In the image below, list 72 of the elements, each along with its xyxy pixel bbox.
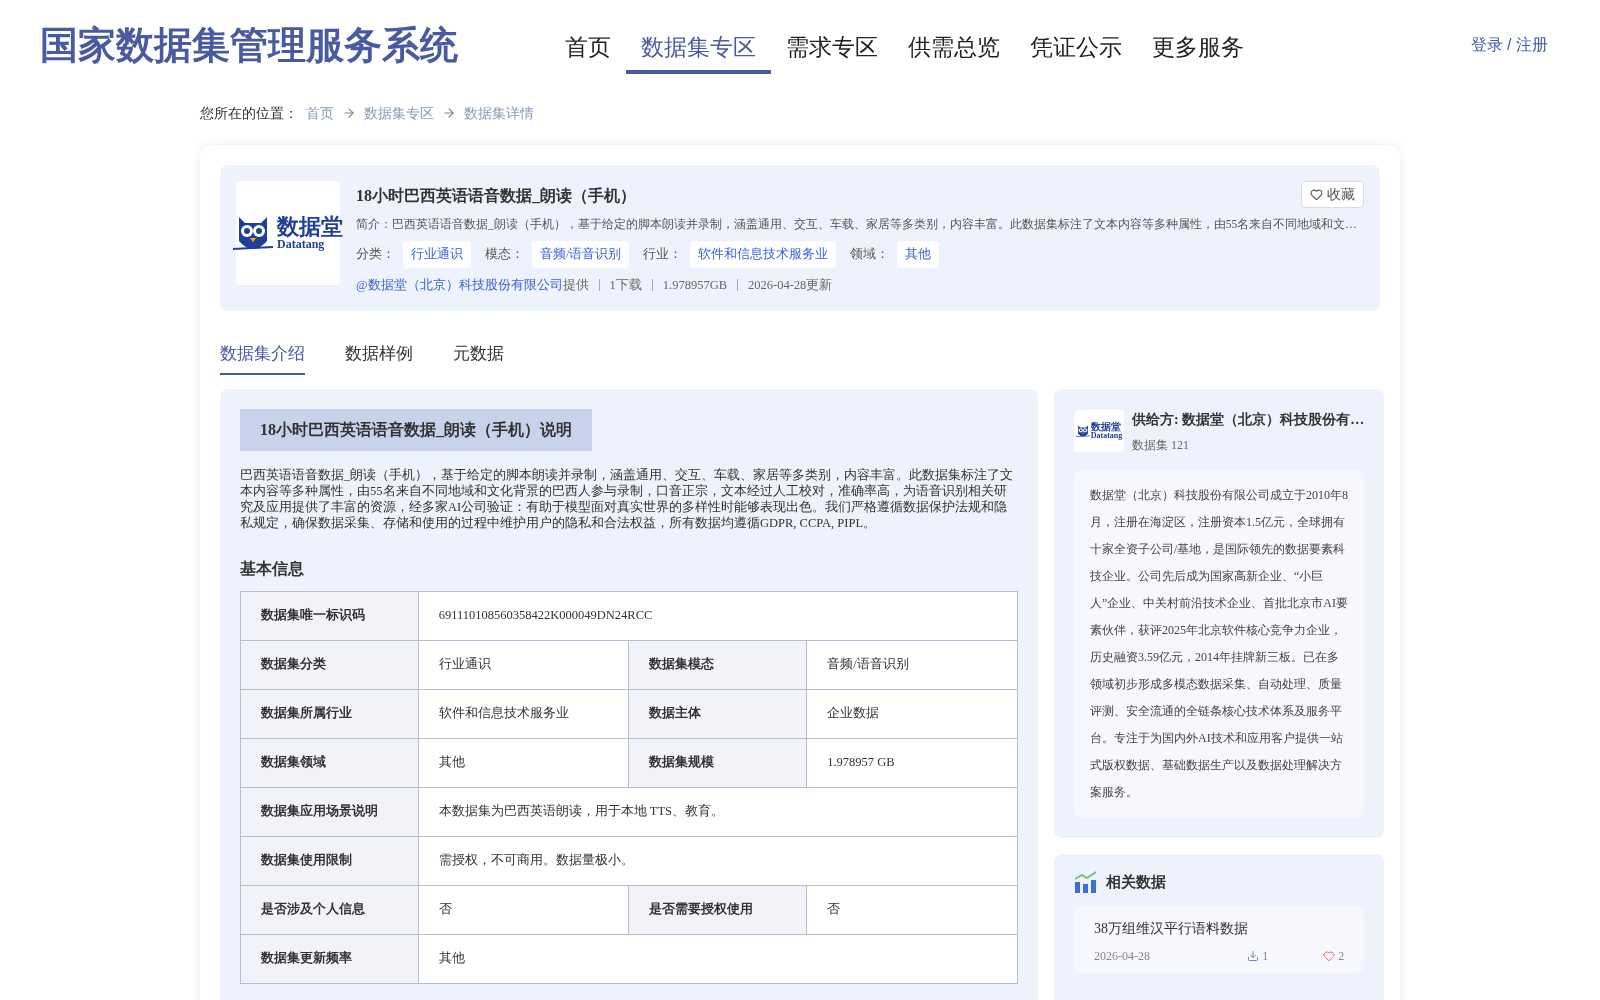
tag: 行业通识	[403, 241, 471, 268]
label-cell: 数据主体	[628, 689, 807, 739]
value-cell: 1.978957 GB	[806, 738, 1018, 788]
supplier-count: 数据集 121	[1132, 436, 1190, 454]
provider-link[interactable]: @数据堂（北京）科技股份有限公司	[356, 276, 563, 295]
value-cell: 音频/语音识别	[806, 640, 1018, 690]
value-cell: 行业通识	[418, 640, 629, 690]
heart-icon	[1310, 188, 1323, 201]
label-cell: 数据集模态	[628, 640, 807, 690]
label-cell: 数据集规模	[628, 738, 807, 788]
label-cell: 数据集应用场景说明	[240, 787, 419, 837]
related-item[interactable]: 38万组维汉平行语料数据 2026-04-28 1 2	[1074, 905, 1365, 973]
logo-text: 数据堂	[1090, 422, 1121, 433]
intro-heading: 18小时巴西英语语音数据_朗读（手机）说明	[240, 408, 592, 451]
download-icon	[1247, 949, 1260, 962]
label-cell: 是否需要授权使用	[628, 885, 807, 935]
value-cell: 需授权，不可商用。数据量极小。	[418, 836, 1018, 886]
value-cell: 其他	[418, 934, 1018, 984]
tag: 软件和信息技术服务业	[690, 241, 837, 268]
related-heading: 相关数据	[1106, 872, 1166, 892]
content-tab[interactable]: 元数据	[453, 341, 504, 375]
value-cell: 软件和信息技术服务业	[418, 689, 629, 739]
tag-label: 分类：	[356, 246, 395, 264]
logo-text: 数据堂	[277, 216, 343, 238]
tag-label: 行业：	[643, 246, 683, 264]
label-cell: 数据集领域	[240, 738, 419, 788]
tag-label: 领域：	[850, 246, 890, 264]
download-count: 1	[1262, 947, 1269, 965]
nav-tab[interactable]: 供需总览	[893, 15, 1015, 75]
meta-text: 1.978957GB	[662, 277, 727, 294]
nav-tab[interactable]: 凭证公示	[1015, 15, 1137, 75]
value-cell: 否	[418, 885, 629, 935]
label-cell: 数据集使用限制	[240, 836, 419, 886]
logo-subtext: Datatang	[1090, 432, 1123, 441]
value-cell: 本数据集为巴西英语朗读，用于本地 TTS、教育。	[418, 787, 1018, 837]
favorite-button[interactable]: 收藏	[1301, 181, 1364, 208]
label-cell: 数据集唯一标识码	[240, 591, 419, 641]
dataset-title: 18小时巴西英语语音数据_朗读（手机）	[356, 186, 636, 206]
related-title: 38万组维汉平行语料数据	[1094, 919, 1249, 938]
nav-tab[interactable]: 数据集专区	[626, 15, 771, 75]
meta-text: 1下载	[609, 277, 642, 294]
bar-chart-icon	[1074, 869, 1098, 894]
tag: 音频/语音识别	[532, 241, 630, 268]
login-link[interactable]: 登录 / 注册	[1470, 33, 1548, 57]
nav-tab[interactable]: 需求专区	[771, 15, 893, 75]
label-cell: 是否涉及个人信息	[240, 885, 419, 935]
nav-tab[interactable]: 首页	[550, 15, 626, 75]
value-cell: 691110108560358422K000049DN24RCC	[418, 591, 1018, 641]
logo-subtext: Datatang	[277, 238, 326, 250]
provider-suffix: 提供	[562, 277, 589, 294]
heart-icon	[1323, 949, 1336, 962]
label-cell: 数据集所属行业	[240, 689, 419, 739]
content-tab[interactable]: 数据集介绍	[220, 341, 305, 375]
value-cell: 其他	[418, 738, 629, 788]
like-count: 2	[1338, 947, 1345, 965]
intro-text: 巴西英语语音数据_朗读（手机），基于给定的脚本朗读并录制，涵盖通用、交互、车载、家居等多类别，内容丰富。此数据集标注了文本内容等多种属性，由55名来自不同地域和文化背景的巴西人参与录制，口音正宗，文本经过人工校对，准确率高，为语音识别相关研究及应用提供了丰富的资源，经多家AI公司验证：有助于模型面对真实世界的多样性时能够表现出色。我们严格遵循数据保护法规和隐私规定，确保数据采集、存储和使用的过程中维护用户的隐私和合法权益，所有数据均遵循GDPR, CCPA, PIPL。	[240, 466, 1015, 531]
breadcrumb-label: 您所在的位置：	[200, 104, 298, 123]
value-cell: 否	[806, 885, 1018, 935]
meta-text: 2026-04-28更新	[748, 277, 833, 294]
tag-label: 模态：	[485, 246, 524, 264]
supplier-description: 数据堂（北京）科技股份有限公司成立于2010年8月，注册在海淀区，注册资本1.5亿元，全球拥有十家全资子公司/基地，是国际领先的数据要素科技企业。公司先后成为国家高新企业、“小巨人”企业、中关村前沿技术企业、首批北京市AI要素伙伴，获评2025年北京软件核心竞争力企业，历史融资3.59亿元，2014年挂牌新三板。已在多领域初步形成多模态数据采集、自动处理、质量评测、安全流通的全链条核心技术体系及服务平台。专注于为国内外AI技术和应用客户提供一站式版权数据、基础数据生产以及数据处理解决方案服务。	[1074, 469, 1365, 818]
nav-tab[interactable]: 更多服务	[1137, 15, 1259, 75]
supplier-name: 供给方: 数据堂（北京）科技股份有…	[1132, 410, 1365, 429]
content-tab[interactable]: 数据样例	[345, 341, 413, 375]
related-date: 2026-04-28	[1094, 947, 1151, 965]
label-cell: 数据集分类	[240, 640, 419, 690]
value-cell: 企业数据	[806, 689, 1018, 739]
section-heading: 基本信息	[240, 558, 305, 579]
label-cell: 数据集更新频率	[240, 934, 419, 984]
tag: 其他	[897, 241, 940, 268]
dataset-summary: 简介：巴西英语语音数据_朗读（手机），基于给定的脚本朗读并录制，涵盖通用、交互、车载、家居等多类别，内容丰富。此数据集标注了文本内容等多种属性，由55名来自不同地域和文…	[356, 217, 1357, 232]
site-title: 国家数据集管理服务系统	[40, 22, 459, 68]
